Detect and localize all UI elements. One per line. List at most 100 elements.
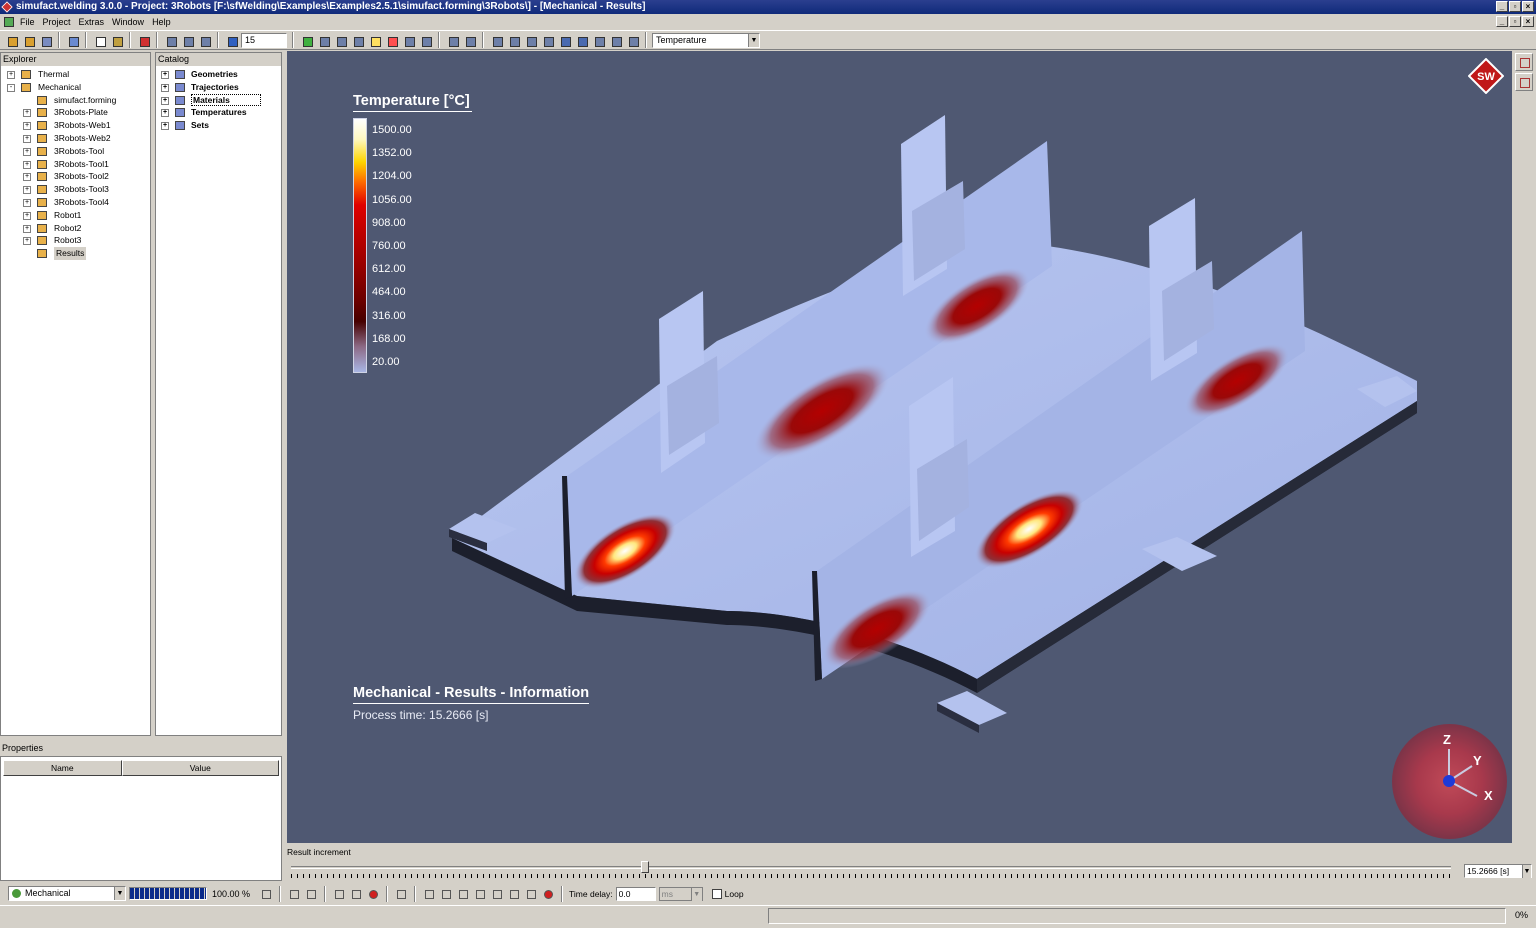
result-increment-slider[interactable] — [641, 861, 649, 873]
play-arrow-icon[interactable] — [259, 887, 273, 901]
zoom-icon[interactable] — [462, 33, 477, 48]
result-increment-track[interactable] — [291, 866, 1451, 869]
mesh-icon[interactable] — [316, 33, 331, 48]
explorer-item[interactable]: +3Robots-Tool2 — [1, 170, 150, 183]
save-icon[interactable] — [38, 33, 53, 48]
frame-icon[interactable] — [418, 33, 433, 48]
expand-icon[interactable]: + — [23, 173, 31, 182]
report-icon[interactable] — [109, 33, 124, 48]
orientation-axes[interactable]: Z Y X — [1392, 724, 1507, 839]
menu-help[interactable]: Help — [150, 17, 177, 27]
document-icon[interactable] — [4, 17, 14, 27]
explorer-item[interactable]: + Robot2 — [1, 222, 150, 235]
restore-button[interactable]: ▫ — [1509, 1, 1521, 12]
expand-icon[interactable]: + — [23, 224, 31, 233]
histogram-icon[interactable] — [350, 33, 365, 48]
close-button[interactable]: × — [1522, 1, 1534, 12]
view-fit-icon[interactable] — [625, 33, 640, 48]
chart-icon[interactable] — [333, 33, 348, 48]
weld-icon[interactable] — [1515, 73, 1533, 91]
explorer-item[interactable]: + Robot3 — [1, 234, 150, 247]
snapshot-icon[interactable] — [394, 887, 408, 901]
expand-icon[interactable]: + — [23, 160, 31, 169]
print-icon[interactable] — [540, 33, 555, 48]
loop-checkbox[interactable] — [711, 888, 722, 899]
expand-icon[interactable]: + — [23, 198, 31, 207]
expand-icon[interactable]: + — [161, 71, 169, 79]
view-side-icon[interactable] — [591, 33, 606, 48]
result-type-select[interactable]: Temperature ▼ — [652, 32, 760, 48]
chevron-down-icon[interactable]: ▼ — [748, 33, 759, 47]
doc-minimize-button[interactable]: _ — [1496, 16, 1508, 27]
explorer-item[interactable]: +3Robots-Web1 — [1, 119, 150, 132]
expand-icon[interactable]: + — [161, 83, 169, 92]
paste-view-icon[interactable] — [180, 33, 195, 48]
record-red-icon[interactable] — [541, 887, 555, 901]
column-name[interactable]: Name — [3, 760, 122, 776]
time-unit-select[interactable]: ms ▼ — [658, 886, 703, 901]
expand-icon[interactable]: + — [161, 96, 169, 105]
expand-icon[interactable]: + — [23, 134, 31, 143]
catalog-item[interactable]: + Temperatures — [156, 106, 281, 119]
record-icon[interactable] — [287, 887, 301, 901]
expand-icon[interactable]: + — [7, 71, 15, 79]
light-bulb-icon[interactable] — [367, 33, 382, 48]
previous-frame-icon[interactable] — [439, 887, 453, 901]
animation-icon[interactable] — [349, 887, 363, 901]
explorer-item[interactable]: + Robot1 — [1, 209, 150, 222]
open-folder-icon[interactable] — [21, 33, 36, 48]
expand-icon[interactable]: + — [23, 122, 31, 131]
expand-icon[interactable]: + — [23, 147, 31, 156]
explorer-item[interactable]: +3Robots-Web2 — [1, 132, 150, 145]
doc-close-button[interactable]: × — [1522, 16, 1534, 27]
explorer-item[interactable]: - Mechanical — [1, 81, 150, 94]
open-project-icon[interactable] — [4, 33, 19, 48]
cut-icon[interactable] — [445, 33, 460, 48]
3d-viewport[interactable]: Temperature [°C] 1500.00 1352.00 1204.00 10… — [287, 51, 1512, 843]
stop-icon[interactable] — [136, 33, 151, 48]
grid-icon[interactable] — [401, 33, 416, 48]
play-back-icon[interactable] — [456, 887, 470, 901]
column-value[interactable]: Value — [121, 760, 279, 776]
menu-extras[interactable]: Extras — [77, 17, 111, 27]
menu-window[interactable]: Window — [110, 17, 150, 27]
catalog-item[interactable]: + Sets — [156, 119, 281, 132]
catalog-item[interactable]: + Materials — [156, 93, 281, 107]
pan-icon[interactable] — [506, 33, 521, 48]
explorer-item[interactable]: +3Robots-Tool4 — [1, 196, 150, 209]
view-top-icon[interactable] — [574, 33, 589, 48]
collapse-icon[interactable]: - — [7, 83, 15, 92]
catalog-item[interactable]: + Geometries — [156, 68, 281, 81]
chevron-down-icon[interactable]: ▼ — [690, 887, 702, 901]
explorer-item[interactable]: +3Robots-Plate — [1, 106, 150, 119]
next-frame-icon[interactable] — [507, 887, 521, 901]
select-icon[interactable] — [489, 33, 504, 48]
view-swap-icon[interactable] — [197, 33, 212, 48]
view-front-icon[interactable] — [557, 33, 572, 48]
last-frame-icon[interactable] — [524, 887, 538, 901]
explorer-item[interactable]: +3Robots-Tool — [1, 145, 150, 158]
expand-icon[interactable]: + — [23, 211, 31, 220]
menu-file[interactable]: File — [18, 17, 41, 27]
color-map-icon[interactable] — [299, 33, 314, 48]
explorer-item[interactable]: Results — [1, 247, 150, 260]
rotate-view-icon[interactable] — [224, 33, 239, 48]
expand-icon[interactable]: + — [161, 109, 169, 118]
menu-project[interactable]: Project — [41, 17, 77, 27]
refresh-icon[interactable] — [304, 887, 318, 901]
palette-icon[interactable] — [384, 33, 399, 48]
settings-icon[interactable] — [1515, 53, 1533, 71]
first-frame-icon[interactable] — [422, 887, 436, 901]
explorer-item[interactable]: simufact.forming — [1, 94, 150, 107]
play-icon[interactable] — [490, 887, 504, 901]
minimize-button[interactable]: _ — [1496, 1, 1508, 12]
expand-icon[interactable]: + — [23, 237, 31, 246]
expand-icon[interactable]: + — [23, 186, 31, 195]
explorer-item[interactable]: +3Robots-Tool1 — [1, 158, 150, 171]
new-document-icon[interactable] — [92, 33, 107, 48]
chevron-down-icon[interactable]: ▼ — [114, 887, 125, 900]
expand-icon[interactable]: + — [23, 109, 31, 118]
explorer-item[interactable]: +3Robots-Tool3 — [1, 183, 150, 196]
result-increment-value[interactable]: 15.2666 [s] ▼ — [1464, 864, 1532, 878]
view-iso-icon[interactable] — [608, 33, 623, 48]
